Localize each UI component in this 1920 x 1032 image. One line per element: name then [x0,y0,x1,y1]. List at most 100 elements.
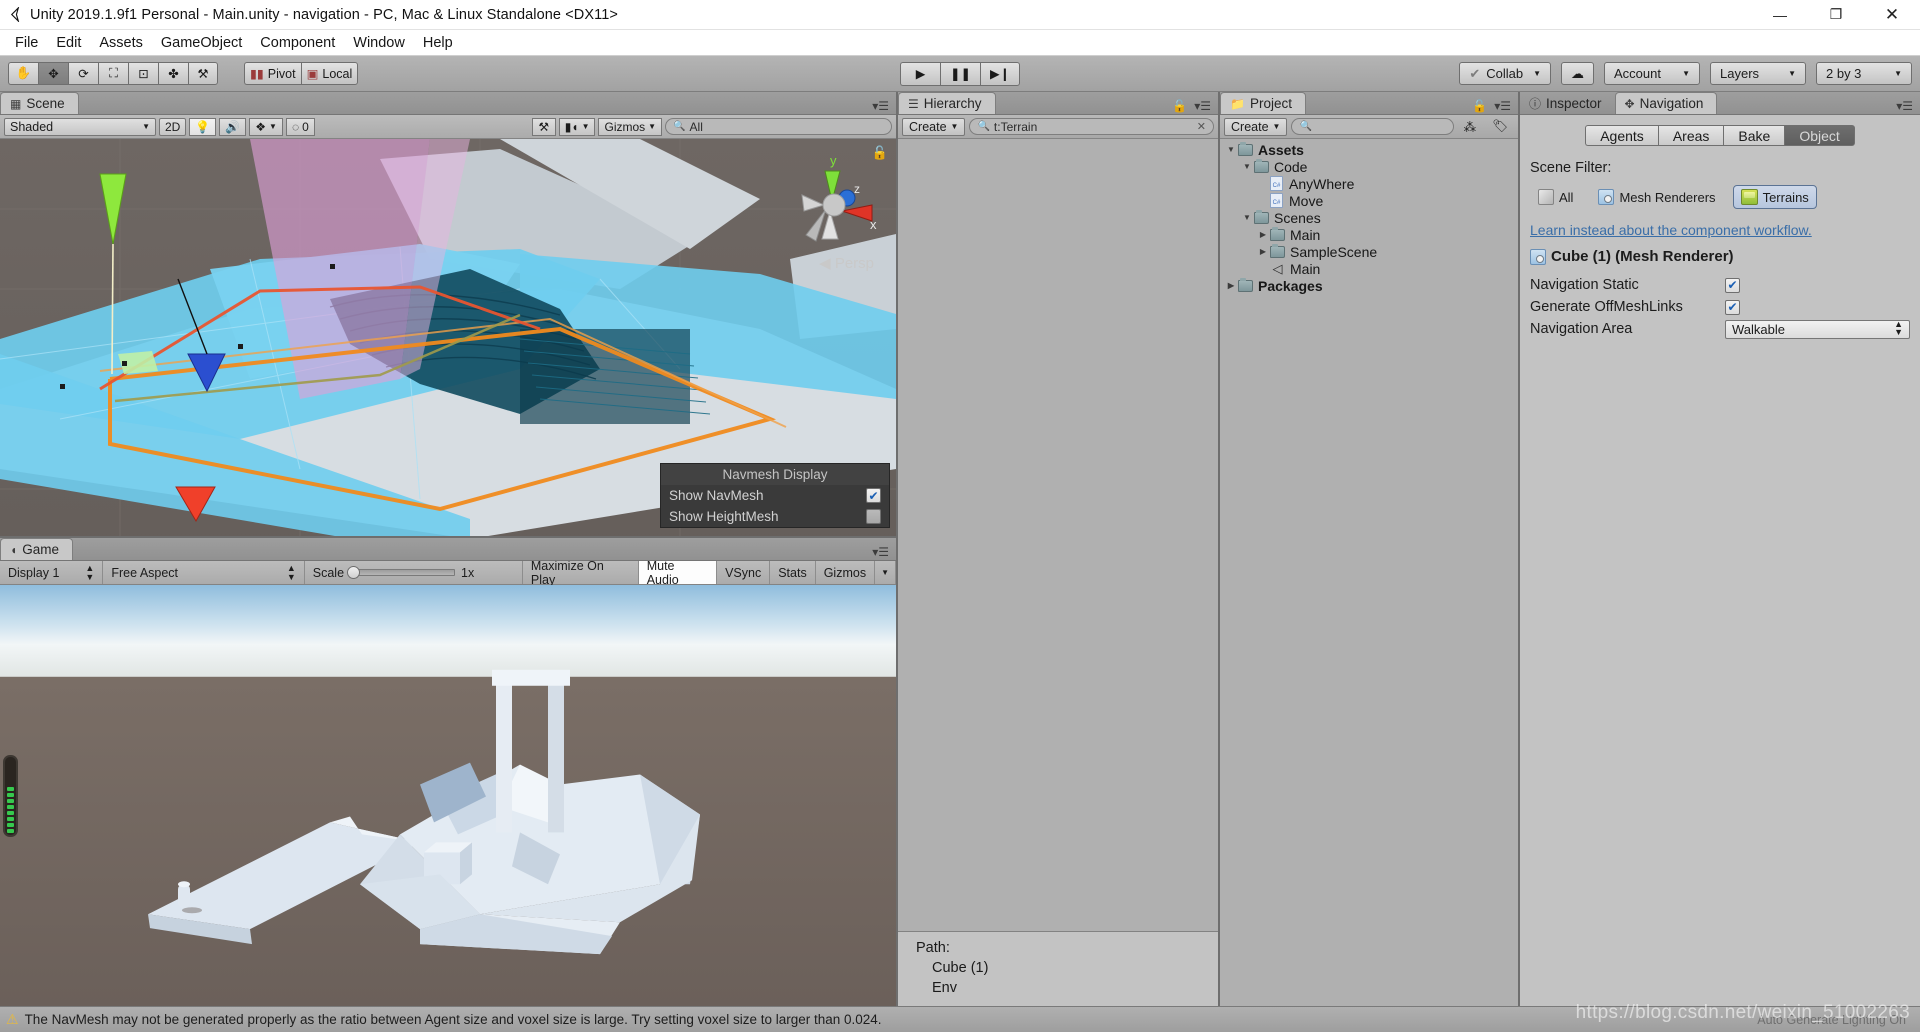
lock-icon[interactable]: 🔓 [1172,100,1187,112]
close-button[interactable]: ✕ [1864,0,1920,30]
draw-mode-dropdown[interactable]: Shaded ▼ [4,117,156,136]
local-button[interactable]: ▣ Local [300,62,359,85]
filter-all[interactable]: All [1530,185,1581,209]
toggle-2d-button[interactable]: 2D [159,117,187,136]
rotate-tool-icon[interactable]: ⟳ [68,62,98,85]
menu-component[interactable]: Component [251,33,344,53]
panel-menu-icon[interactable]: ▾☰ [1194,100,1211,112]
project-tree-item[interactable]: ▼ Assets [1220,141,1518,158]
lock-icon[interactable]: 🔓 [1472,100,1487,112]
tab-project[interactable]: 📁 Project [1220,92,1306,114]
hierarchy-search-input[interactable]: 🔍 t:Terrain ✕ [969,118,1214,135]
mute-audio-button[interactable]: Mute Audio [638,559,718,587]
minimize-button[interactable]: — [1752,0,1808,30]
chevron-right-icon[interactable]: ▶ [1224,281,1238,290]
pivot-button[interactable]: ▮▮ Pivot [244,62,301,85]
chevron-down-icon[interactable]: ▼ [1240,162,1254,171]
scene-lock-icon[interactable]: 🔓 [872,145,888,161]
hand-tool-icon[interactable]: ✋ [8,62,38,85]
gizmos-dropdown[interactable]: Gizmos ▼ [598,117,663,136]
show-heightmesh-checkbox[interactable]: ✔ [866,509,881,524]
project-filter-label-icon[interactable]: 🏷 [1486,118,1514,136]
tab-scene[interactable]: ▦ Scene [0,92,79,114]
game-gizmos-dropdown-arrow[interactable]: ▼ [875,561,896,584]
show-navmesh-checkbox[interactable]: ✔ [866,488,881,503]
chevron-down-icon[interactable]: ▼ [1240,213,1254,222]
scale-slider-group[interactable]: Scale 1x [305,561,523,584]
tab-navigation[interactable]: ✥ Navigation [1614,92,1718,114]
generate-offmeshlinks-checkbox[interactable]: ✔ [1725,299,1740,315]
step-button[interactable]: ▶❙ [980,61,1020,86]
layers-button[interactable]: Layers ▼ [1710,62,1806,85]
chevron-right-icon[interactable]: ▶ [1256,247,1270,256]
show-navmesh-row[interactable]: Show NavMesh ✔ [661,485,889,506]
aspect-dropdown[interactable]: Free Aspect ▲ ▼ [103,561,305,584]
clear-search-icon[interactable]: ✕ [1197,120,1206,133]
panel-menu-icon[interactable]: ▾☰ [1494,100,1511,112]
filter-terrains[interactable]: Terrains [1732,185,1817,209]
collab-button[interactable]: ✔ Collab ▼ [1459,62,1551,85]
lightbulb-icon[interactable]: 💡 [189,117,217,136]
menu-gameobject[interactable]: GameObject [152,33,251,53]
scene-search-input[interactable]: 🔍 All [665,118,893,135]
rect-tool-icon[interactable]: ⊡ [128,62,158,85]
pause-button[interactable]: ❚❚ [940,61,980,86]
effects-icon[interactable]: ❖ ▼ [249,117,283,136]
menu-file[interactable]: File [6,33,47,53]
panel-menu-icon[interactable]: ▾☰ [872,100,889,112]
scale-slider-handle[interactable] [347,566,361,579]
maximize-on-play-button[interactable]: Maximize On Play [523,559,639,587]
game-gizmos-button[interactable]: Gizmos [816,561,876,584]
transform-tool-icon[interactable]: ✤ [158,62,188,85]
project-tree-item[interactable]: ▶ SampleScene [1220,243,1518,260]
tab-inspector[interactable]: ⓘ Inspector [1520,92,1615,114]
scale-slider[interactable] [347,566,456,579]
vsync-button[interactable]: VSync [717,561,771,584]
panel-menu-icon[interactable]: ▾☰ [1896,100,1913,112]
project-tree-item[interactable]: ▶ Packages [1220,277,1518,294]
hidden-objects-toggle[interactable]: ◌ 0 [285,117,315,136]
restore-button[interactable]: ❐ [1808,0,1864,30]
show-heightmesh-row[interactable]: Show HeightMesh ✔ [661,506,889,527]
project-tree-item[interactable]: C# Move [1220,192,1518,209]
menu-window[interactable]: Window [344,33,414,53]
cloud-button[interactable]: ☁ [1561,62,1594,85]
component-workflow-link[interactable]: Learn instead about the component workfl… [1530,222,1910,238]
menu-edit[interactable]: Edit [47,33,90,53]
hierarchy-list[interactable] [898,139,1218,931]
status-bar[interactable]: ⚠ The NavMesh may not be generated prope… [0,1006,1920,1032]
tab-game[interactable]: ◖ Game [0,538,74,560]
segment-object[interactable]: Object [1784,125,1855,146]
filter-mesh-renderers[interactable]: Mesh Renderers [1590,185,1723,209]
projection-label[interactable]: ◀ Persp [819,254,874,272]
project-tree-item[interactable]: ▼ Scenes [1220,209,1518,226]
project-tree-item[interactable]: ▼ Code [1220,158,1518,175]
stats-button[interactable]: Stats [770,561,816,584]
wrench-icon[interactable]: ⚒ [531,117,556,136]
segment-areas[interactable]: Areas [1657,125,1724,146]
game-viewport[interactable] [0,585,896,1006]
panel-menu-icon[interactable]: ▾☰ [872,546,889,558]
project-filter-type-icon[interactable]: ⁂ [1458,118,1483,136]
camera-icon[interactable]: ▮◖ ▼ [558,117,596,136]
menu-assets[interactable]: Assets [90,33,152,53]
project-create-button[interactable]: Create ▼ [1224,117,1288,136]
project-tree[interactable]: ▼ Assets ▼ Code C# AnyWhere C# Move ▼ Scenes ▶ Main… [1220,139,1518,1006]
menu-help[interactable]: Help [414,33,462,53]
project-tree-item[interactable]: ▶ Main [1220,226,1518,243]
speaker-icon[interactable]: 🔊 [219,117,247,136]
navigation-static-checkbox[interactable]: ✔ [1725,277,1740,293]
move-tool-icon[interactable]: ✥ [38,62,68,85]
scene-viewport[interactable]: 🔓 y z x ◀ Persp Navmesh Display Show Nav… [0,139,896,536]
chevron-right-icon[interactable]: ▶ [1256,230,1270,239]
play-button[interactable]: ▶ [900,61,940,86]
project-search-input[interactable]: 🔍 [1291,118,1454,135]
segment-bake[interactable]: Bake [1723,125,1785,146]
tab-hierarchy[interactable]: ☰ Hierarchy [898,92,996,114]
custom-tool-icon[interactable]: ⚒ [188,62,218,85]
navigation-area-dropdown[interactable]: Walkable ▲ ▼ [1725,319,1910,339]
layout-button[interactable]: 2 by 3 ▼ [1816,62,1912,85]
display-dropdown[interactable]: Display 1 ▲ ▼ [0,561,104,584]
scale-tool-icon[interactable]: ⛶ [98,62,128,85]
account-button[interactable]: Account ▼ [1604,62,1700,85]
